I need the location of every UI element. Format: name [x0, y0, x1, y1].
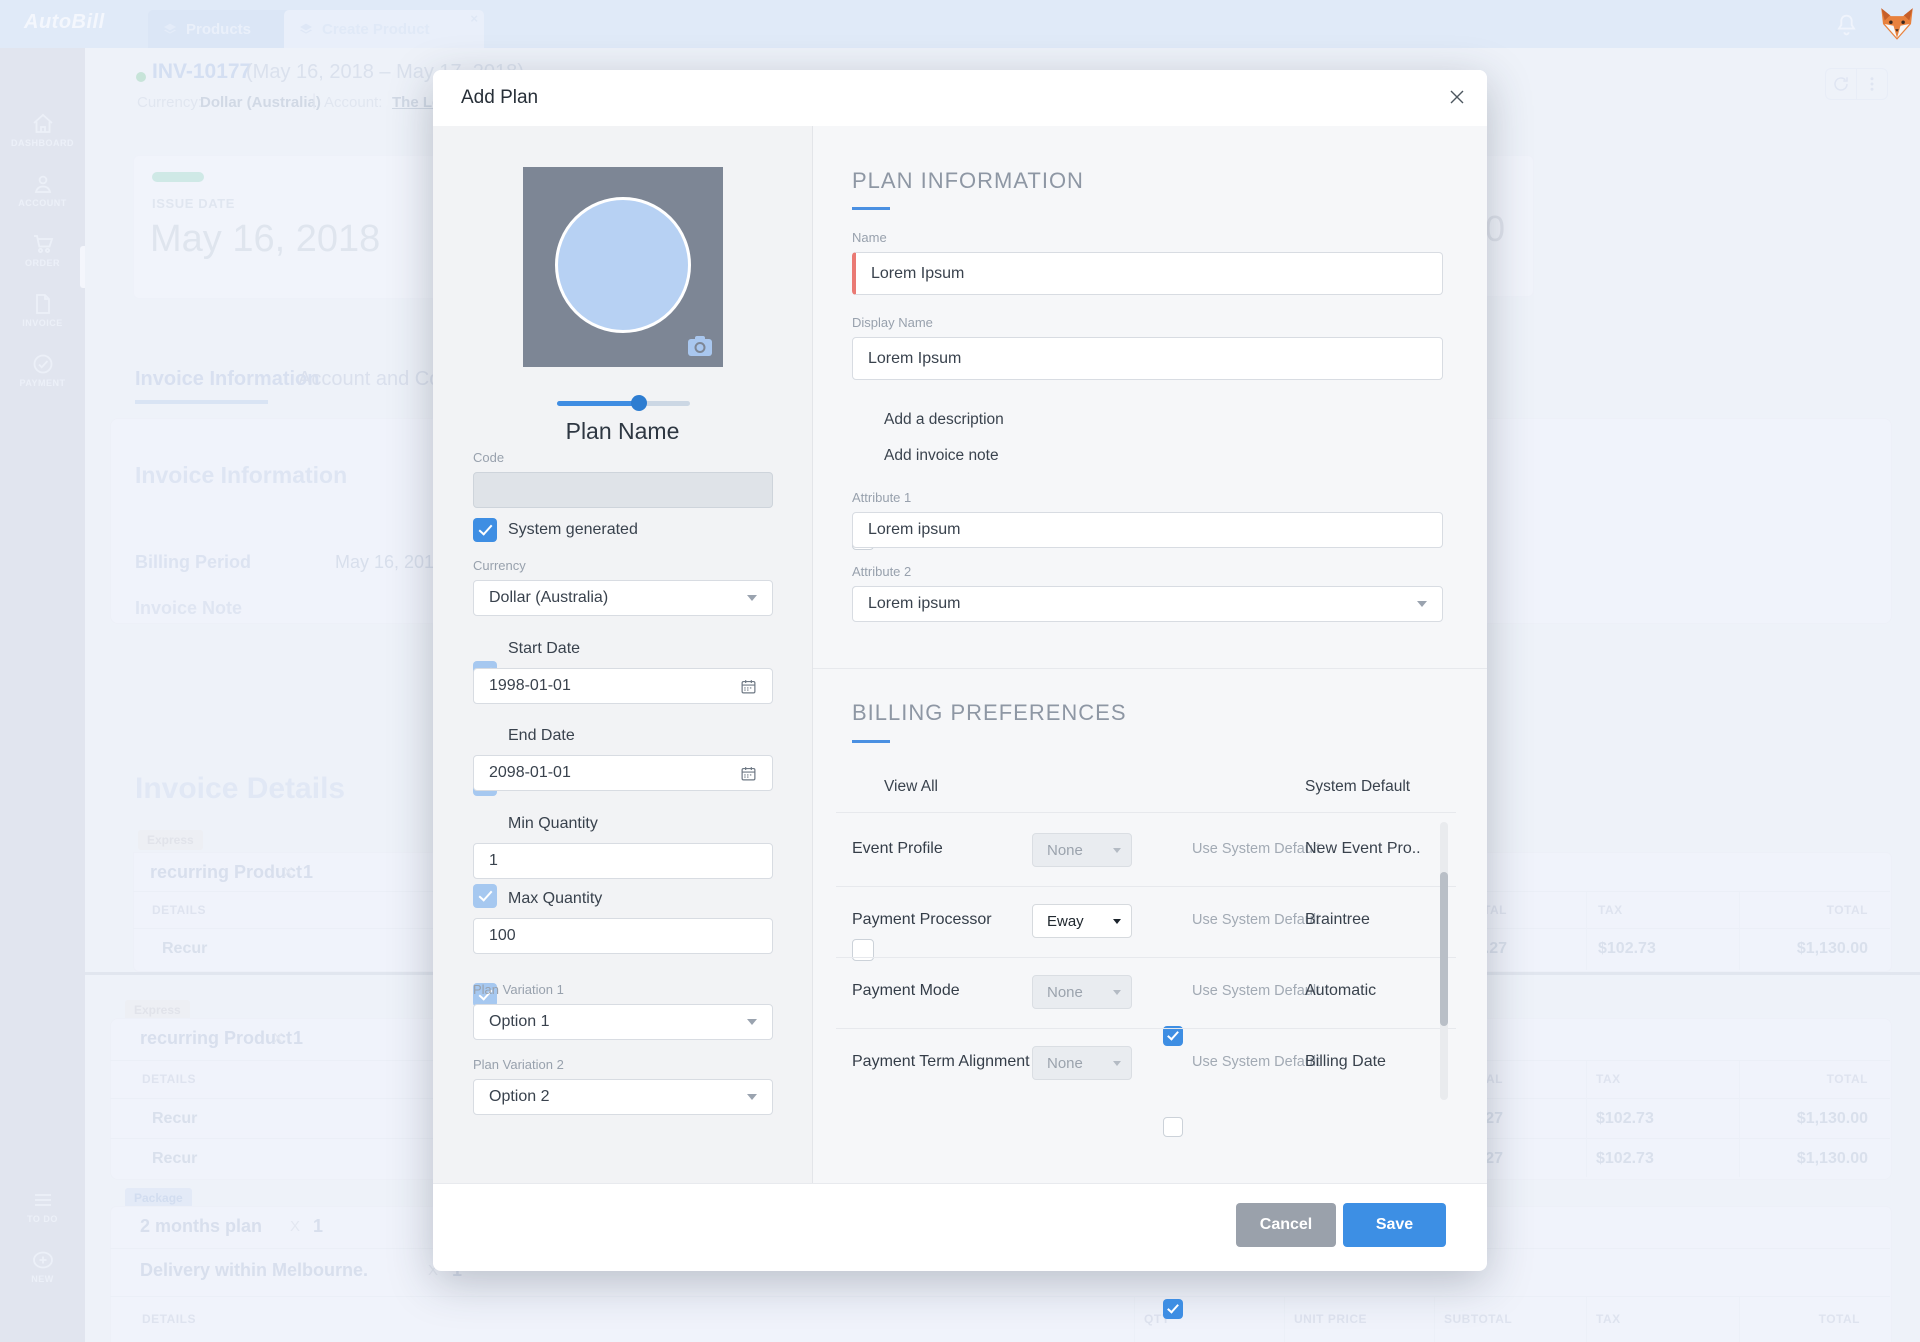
system-default-value: Automatic — [1305, 982, 1377, 999]
billing-preferences-heading: BILLING PREFERENCES — [852, 700, 1127, 725]
chevron-down-icon — [747, 1019, 757, 1025]
display-name-input[interactable]: Lorem Ipsum — [852, 337, 1443, 380]
max-quantity-input[interactable]: 100 — [473, 918, 773, 954]
code-input — [473, 472, 773, 508]
currency-label: Currency — [473, 558, 526, 573]
plan-variation-2-label: Plan Variation 2 — [473, 1057, 564, 1072]
payment-mode-select: None — [1032, 975, 1132, 1009]
chevron-down-icon — [747, 1094, 757, 1100]
add-invoice-note-label: Add invoice note — [884, 447, 999, 464]
system-default-value: Braintree — [1305, 911, 1370, 928]
payment-term-alignment-select: None — [1032, 1046, 1132, 1080]
add-plan-modal: Add Plan Plan Name Code System generated… — [433, 70, 1487, 1319]
modal-footer: Cancel Save — [433, 1183, 1487, 1271]
view-all-label: View All — [884, 778, 938, 795]
plan-image-uploader[interactable] — [523, 167, 723, 367]
cancel-button[interactable]: Cancel — [1236, 1203, 1336, 1247]
section-underline — [852, 207, 890, 210]
min-quantity-input[interactable]: 1 — [473, 843, 773, 879]
attribute-2-label: Attribute 2 — [852, 564, 912, 579]
plan-variation-2-select[interactable]: Option 2 — [473, 1079, 773, 1115]
code-label: Code — [473, 450, 505, 465]
system-default-value: Billing Date — [1305, 1053, 1386, 1070]
min-quantity-checkbox[interactable] — [473, 884, 497, 908]
slider-fill — [557, 401, 638, 406]
pref-row-label: Event Profile — [852, 840, 943, 857]
payment-processor-select[interactable]: Eway — [1032, 904, 1132, 938]
name-label: Name — [852, 230, 887, 245]
system-generated-label: System generated — [508, 521, 638, 538]
slider-thumb[interactable] — [631, 395, 647, 411]
chevron-down-icon — [1113, 918, 1121, 924]
use-system-default-checkbox[interactable] — [1163, 1117, 1183, 1137]
min-quantity-label: Min Quantity — [508, 815, 598, 832]
screen: AutoBill Products × Create Product × DAS… — [0, 0, 1920, 1342]
user-avatar[interactable] — [1876, 3, 1918, 45]
chevron-down-icon — [1417, 601, 1427, 607]
scrollbar[interactable] — [1440, 822, 1448, 1100]
calendar-icon[interactable] — [740, 678, 757, 695]
attribute-1-input[interactable]: Lorem ipsum — [852, 512, 1443, 548]
plan-name-heading: Plan Name — [565, 418, 680, 444]
plan-variation-1-select[interactable]: Option 1 — [473, 1004, 773, 1040]
chevron-down-icon — [1113, 989, 1121, 995]
scrollbar-thumb[interactable] — [1440, 872, 1448, 1026]
end-date-label: End Date — [508, 727, 575, 744]
calendar-icon[interactable] — [740, 765, 757, 782]
system-default-value: New Event Pro.. — [1305, 840, 1421, 857]
display-name-label: Display Name — [852, 315, 933, 330]
camera-icon[interactable] — [687, 335, 713, 357]
section-underline — [852, 740, 890, 743]
system-default-header: System Default — [1305, 778, 1411, 795]
start-date-label: Start Date — [508, 640, 581, 657]
end-date-input[interactable]: 2098-01-01 — [473, 755, 773, 791]
use-system-default-label: Use System Default — [1192, 983, 1321, 999]
save-button[interactable]: Save — [1343, 1203, 1446, 1247]
attribute-1-label: Attribute 1 — [852, 490, 912, 505]
chevron-down-icon — [747, 595, 757, 601]
add-description-label: Add a description — [884, 411, 1004, 428]
use-system-default-checkbox[interactable] — [1163, 1299, 1183, 1319]
use-system-default-checkbox[interactable] — [1163, 1026, 1183, 1046]
use-system-default-label: Use System Default — [1192, 1054, 1321, 1070]
max-quantity-label: Max Quantity — [508, 890, 603, 907]
pref-row-label: Payment Processor — [852, 911, 992, 928]
attribute-2-select[interactable]: Lorem ipsum — [852, 586, 1443, 622]
image-zoom-slider[interactable] — [557, 395, 690, 411]
plan-information-heading: PLAN INFORMATION — [852, 168, 1084, 193]
currency-select[interactable]: Dollar (Australia) — [473, 580, 773, 616]
event-profile-select: None — [1032, 833, 1132, 867]
system-generated-checkbox[interactable] — [473, 518, 497, 542]
use-system-default-label: Use System Default — [1192, 912, 1321, 928]
modal-title: Add Plan — [461, 87, 539, 108]
plan-image-preview — [555, 197, 691, 333]
name-input[interactable]: Lorem Ipsum — [852, 252, 1443, 295]
pref-row-label: Payment Term Alignment — [852, 1053, 1030, 1070]
close-icon[interactable] — [1447, 87, 1471, 111]
section-divider — [813, 668, 1487, 669]
modal-header: Add Plan — [433, 70, 1487, 127]
pref-row-label: Payment Mode — [852, 982, 960, 999]
use-system-default-label: Use System Default — [1192, 841, 1321, 857]
start-date-input[interactable]: 1998-01-01 — [473, 668, 773, 704]
plan-variation-1-label: Plan Variation 1 — [473, 982, 564, 997]
chevron-down-icon — [1113, 847, 1121, 853]
chevron-down-icon — [1113, 1060, 1121, 1066]
